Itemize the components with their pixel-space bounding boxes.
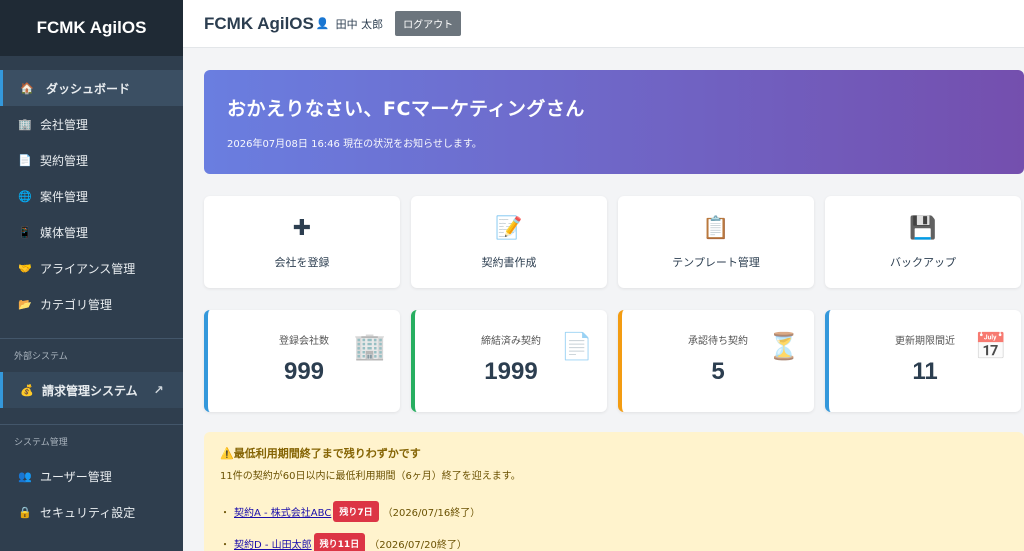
stat-card-signed-contracts[interactable]: 締結済み契約 1999 📄 [411,310,607,412]
contract-link[interactable]: 契約A - 株式会社ABC [234,504,331,519]
stat-card-companies[interactable]: 登録会社数 999 🏢 [204,310,400,412]
document-icon: 📄 [560,332,593,362]
sidebar-item-projects[interactable]: 🌐 案件管理 [0,178,183,214]
quick-actions: ✚ 会社を登録 📝 契約書作成 📋 テンプレート管理 💾 バックアップ [204,196,1024,288]
clipboard-icon: 📋 [702,216,730,241]
bullet: ・ [220,539,230,551]
remaining-days-badge: 残り7日 [333,500,379,522]
list-item: ・ 契約D - 山田太郎 残り11日 （2026/07/20終了） [220,530,1024,551]
sidebar-item-alliances[interactable]: 🤝 アライアンス管理 [0,250,183,286]
end-date: （2026/07/20終了） [369,539,467,551]
sidebar-item-companies[interactable]: 🏢 会社管理 [0,106,183,142]
money-bag-icon: 💰 [20,383,34,397]
action-label: 契約書作成 [481,256,537,269]
remaining-days-badge: 残り11日 [313,532,366,551]
warning-icon: ⚠️ [220,447,234,460]
user-info: 👤 田中 太郎 [316,16,383,32]
sidebar-item-billing[interactable]: 💰 請求管理システム ↗ [0,372,183,408]
alert-list: ・ 契約A - 株式会社ABC 残り7日 （2026/07/16終了） ・ 契約… [220,498,1024,551]
stat-value: 1999 [484,358,538,385]
minimum-term-alert: ⚠️最低利用期間終了まで残りわずかです 11件の契約が60日以内に最低利用期間（… [204,432,1024,551]
user-name: 田中 太郎 [335,17,384,31]
user-icon: 👤 [315,17,330,30]
end-date: （2026/07/16終了） [382,507,481,519]
sidebar-item-users[interactable]: 👥 ユーザー管理 [0,458,183,494]
folder-icon: 📂 [18,297,32,311]
alert-title-text: 最低利用期間終了まで残りわずかです [233,447,421,460]
building-icon: 🏢 [18,117,32,131]
stat-card-renewal-soon[interactable]: 更新期限間近 11 📅 [825,310,1021,412]
welcome-subtitle: 2026年07月08日 16:46 現在の状況をお知らせします。 [227,139,482,150]
contract-link[interactable]: 契約D - 山田太郎 [234,536,312,551]
welcome-title: おかえりなさい、FCマーケティングさん [227,98,585,120]
action-label: テンプレート管理 [672,256,760,269]
stats-cards: 登録会社数 999 🏢 締結済み契約 1999 📄 承認待ち契約 5 ⏳ 更新期… [204,310,1024,412]
sidebar-item-label: ダッシュボード [46,81,131,96]
sidebar-item-media[interactable]: 📱 媒体管理 [0,214,183,250]
sidebar-brand[interactable]: FCMK AgilOS [0,0,183,56]
sidebar-item-label: アライアンス管理 [40,261,136,276]
list-item: ・ 契約A - 株式会社ABC 残り7日 （2026/07/16終了） [220,498,1024,524]
hourglass-icon: ⏳ [767,332,800,362]
sidebar-item-contracts[interactable]: 📄 契約管理 [0,142,183,178]
sidebar: FCMK AgilOS 🏠 ダッシュボード 🏢 会社管理 📄 契約管理 🌐 案件… [0,0,183,551]
stat-value: 5 [711,358,725,385]
sidebar-item-label: セキュリティ設定 [40,505,136,520]
plus-icon: ✚ [292,216,312,241]
sidebar-item-security[interactable]: 🔒 セキュリティ設定 [0,494,183,530]
stat-value: 999 [283,358,325,385]
template-management-button[interactable]: 📋 テンプレート管理 [618,196,814,288]
backup-button[interactable]: 💾 バックアップ [825,196,1021,288]
create-contract-button[interactable]: 📝 契約書作成 [411,196,607,288]
action-label: 会社を登録 [274,256,330,269]
sidebar-item-categories[interactable]: 📂 カテゴリ管理 [0,286,183,322]
sidebar-item-label: 契約管理 [40,153,89,168]
floppy-disk-icon: 💾 [909,216,937,241]
document-icon: 📄 [18,153,32,167]
alert-title: ⚠️最低利用期間終了まで残りわずかです [220,445,1024,461]
main-content: おかえりなさい、FCマーケティングさん 2026年07月08日 16:46 現在… [183,48,1024,551]
users-icon: 👥 [18,469,32,483]
sidebar-item-label: カテゴリ管理 [40,297,113,312]
phone-icon: 📱 [18,225,32,239]
calendar-icon: 📅 [974,332,1007,362]
welcome-banner: おかえりなさい、FCマーケティングさん 2026年07月08日 16:46 現在… [204,70,1024,174]
alert-description: 11件の契約が60日以内に最低利用期間（6ヶ月）終了を迎えます。 [220,471,521,482]
section-label-external: 外部システム [14,352,68,362]
building-icon: 🏢 [353,332,386,362]
sidebar-item-label: 請求管理システム [42,383,138,398]
bullet: ・ [220,507,230,519]
page-title: FCMK AgilOS [204,13,314,33]
sidebar-item-label: 媒体管理 [40,225,89,240]
register-company-button[interactable]: ✚ 会社を登録 [204,196,400,288]
lock-icon: 🔒 [18,505,32,519]
logout-button[interactable]: ログアウト [395,11,462,36]
action-label: バックアップ [890,256,956,269]
sidebar-item-label: 案件管理 [40,189,89,204]
handshake-icon: 🤝 [18,261,32,275]
home-icon: 🏠 [20,81,34,95]
sidebar-item-dashboard[interactable]: 🏠 ダッシュボード [0,70,183,106]
external-link-icon: ↗ [153,383,164,397]
stat-value: 11 [912,358,938,385]
sidebar-nav: 🏠 ダッシュボード 🏢 会社管理 📄 契約管理 🌐 案件管理 📱 媒体管理 🤝 … [0,56,183,530]
sidebar-item-label: 会社管理 [40,117,89,132]
stat-card-pending-approval[interactable]: 承認待ち契約 5 ⏳ [618,310,814,412]
sidebar-item-label: ユーザー管理 [40,469,112,484]
section-label-system: システム管理 [14,438,68,448]
top-header: FCMK AgilOS 👤 田中 太郎 ログアウト [183,0,1024,48]
memo-icon: 📝 [495,216,523,241]
globe-icon: 🌐 [18,189,32,203]
